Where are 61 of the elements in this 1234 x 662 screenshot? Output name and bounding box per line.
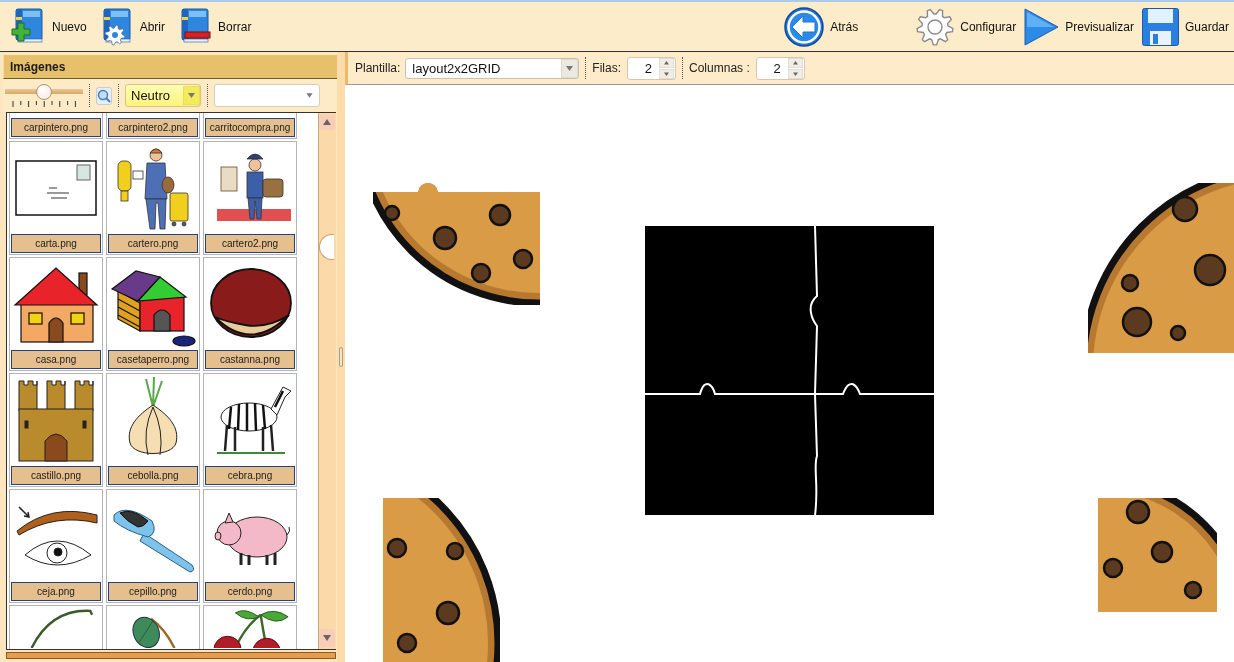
scroll-thumb[interactable] xyxy=(319,234,334,260)
image-caption: cebolla.png xyxy=(108,466,198,485)
image-caption: casetaperro.png xyxy=(108,350,198,369)
image-caption: carpintero2.png xyxy=(108,118,198,137)
filter-dropdown[interactable]: Neutro xyxy=(125,84,201,107)
image-tile[interactable]: carpintero2.png xyxy=(106,113,200,139)
scroll-down-icon[interactable] xyxy=(319,629,335,647)
slider-thumb[interactable] xyxy=(36,84,52,100)
image-caption: carta.png xyxy=(11,234,101,253)
image-caption: carpintero.png xyxy=(11,118,101,137)
gear-icon xyxy=(916,7,955,46)
caret-icon xyxy=(561,58,579,78)
save-button[interactable]: Guardar xyxy=(1137,4,1233,49)
spin-down-icon[interactable] xyxy=(787,68,803,79)
image-caption: ceja.png xyxy=(11,582,101,601)
caret-icon xyxy=(183,86,200,105)
columns-spinner[interactable]: 2 xyxy=(755,56,805,80)
image-caption: cerdo.png xyxy=(205,582,295,601)
image-tile[interactable]: cebolla.png xyxy=(106,373,200,487)
image-tile[interactable]: cepillo.png xyxy=(106,489,200,603)
image-tile[interactable]: carta.png xyxy=(9,141,103,255)
image-tile[interactable]: carpintero.png xyxy=(9,113,103,139)
image-tile[interactable]: cartero2.png xyxy=(203,141,297,255)
columns-label: Columnas : xyxy=(689,61,750,75)
image-caption: cartero.png xyxy=(108,234,198,253)
preview-button[interactable]: Previsualizar xyxy=(1020,4,1138,49)
delete-button[interactable]: Borrar xyxy=(172,4,256,49)
image-tile[interactable]: cerdo.png xyxy=(203,489,297,603)
open-button[interactable]: Abrir xyxy=(93,4,170,49)
image-tile[interactable] xyxy=(106,605,200,649)
template-label: Plantilla: xyxy=(355,61,401,75)
image-caption: cebra.png xyxy=(205,466,295,485)
template-select[interactable]: layout2x2GRID xyxy=(405,57,580,79)
image-caption: cepillo.png xyxy=(108,582,198,601)
image-caption: castillo.png xyxy=(11,466,101,485)
magnifier-icon[interactable] xyxy=(96,86,112,105)
new-button[interactable]: Nuevo xyxy=(6,4,91,49)
image-tile[interactable]: casa.png xyxy=(9,257,103,371)
image-caption: cartero2.png xyxy=(205,234,295,253)
play-icon xyxy=(1024,7,1060,46)
image-tile[interactable]: carritocompra.png xyxy=(203,113,297,139)
settings-button[interactable]: Configurar xyxy=(912,4,1021,49)
image-caption: carritocompra.png xyxy=(205,118,295,137)
image-tile[interactable]: casetaperro.png xyxy=(106,257,200,371)
image-tile[interactable]: castillo.png xyxy=(9,373,103,487)
image-tile[interactable]: ceja.png xyxy=(9,489,103,603)
image-caption: castanna.png xyxy=(205,350,295,369)
spin-up-icon[interactable] xyxy=(787,57,803,68)
back-button[interactable]: Atrás xyxy=(780,4,863,49)
image-tile[interactable]: cebra.png xyxy=(203,373,297,487)
rows-spinner[interactable]: 2 xyxy=(627,56,677,80)
spin-up-icon[interactable] xyxy=(659,57,675,68)
scroll-up-icon[interactable] xyxy=(319,115,335,130)
image-caption: casa.png xyxy=(11,350,101,369)
image-tile[interactable]: cartero.png xyxy=(106,141,200,255)
rows-label: Filas: xyxy=(592,61,622,75)
image-tile[interactable]: castanna.png xyxy=(203,257,297,371)
book-plus-icon xyxy=(10,7,46,46)
spin-down-icon[interactable] xyxy=(659,68,675,79)
splitter-handle[interactable] xyxy=(339,347,343,367)
panel-header: Imágenes xyxy=(3,55,337,79)
